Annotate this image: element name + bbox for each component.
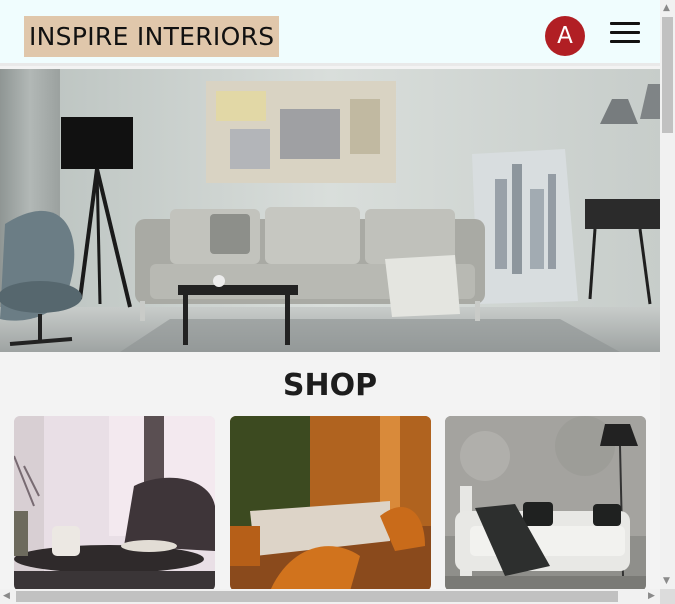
brand-logo[interactable]: INSPIRE INTERIORS: [24, 16, 280, 57]
menu-icon[interactable]: [610, 22, 640, 44]
shop-card-3[interactable]: [445, 416, 646, 589]
scrollbar-corner: [660, 589, 675, 604]
menu-bar: [610, 31, 640, 34]
vertical-scrollbar[interactable]: ▲ ▼: [660, 0, 675, 589]
shop-card-image: [445, 416, 646, 589]
hero-image: [0, 69, 660, 352]
menu-bar: [610, 22, 640, 25]
shop-heading: SHOP: [282, 368, 378, 403]
page-viewport: INSPIRE INTERIORS A SHOP: [0, 0, 660, 589]
vertical-scroll-thumb[interactable]: [662, 17, 673, 133]
menu-bar: [610, 40, 640, 43]
shop-card-1[interactable]: [14, 416, 215, 589]
horizontal-scroll-thumb[interactable]: [16, 591, 618, 602]
shop-card-2[interactable]: [230, 416, 431, 589]
scroll-left-arrow-icon[interactable]: ◀: [3, 591, 10, 601]
scroll-up-arrow-icon[interactable]: ▲: [663, 3, 670, 13]
shop-card-image: [14, 416, 215, 589]
user-avatar[interactable]: A: [545, 16, 585, 56]
horizontal-scrollbar[interactable]: ◀ ▶: [0, 589, 660, 604]
scroll-right-arrow-icon[interactable]: ▶: [648, 591, 655, 601]
shop-card-image: [230, 416, 431, 589]
scroll-down-arrow-icon[interactable]: ▼: [663, 576, 670, 586]
site-header: INSPIRE INTERIORS A: [0, 0, 660, 66]
